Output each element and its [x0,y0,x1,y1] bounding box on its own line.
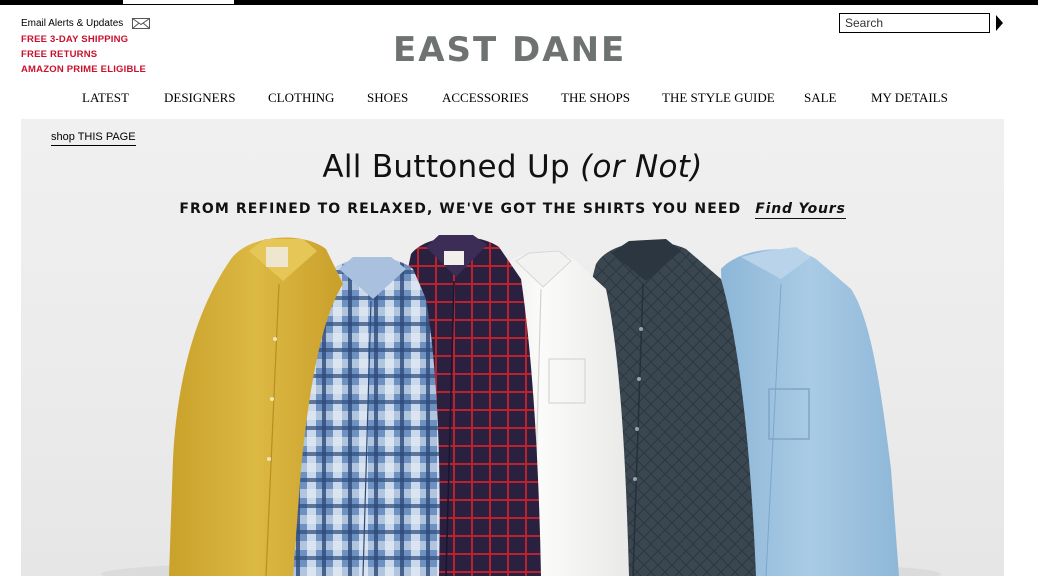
nav-item-accessories[interactable]: ACCESSORIES [442,90,529,106]
find-yours-link[interactable]: Find Yours [755,201,846,219]
hero-title-italic: (or Not) [580,149,703,185]
nav-item-shoes[interactable]: SHOES [367,90,408,106]
utility-links: Email Alerts & Updates FREE 3-DAY SHIPPI… [21,16,201,77]
search-box [839,13,1004,33]
hero-subtitle: FROM REFINED TO RELAXED, WE'VE GOT THE S… [21,201,1004,219]
hero-banner[interactable]: shop THIS PAGE All Buttoned Up (or Not) … [21,119,1004,576]
email-alerts-label[interactable]: Email Alerts & Updates [21,18,123,29]
promo-free-returns[interactable]: FREE RETURNS [21,47,201,62]
search-submit-arrow-icon[interactable] [996,15,1003,31]
promo-free-shipping[interactable]: FREE 3-DAY SHIPPING [21,32,201,47]
nav-item-sale[interactable]: SALE [804,90,837,106]
top-border-tab [123,0,234,4]
shirts-image[interactable] [21,229,1004,576]
nav-item-the-style-guide[interactable]: THE STYLE GUIDE [662,90,775,106]
promo-list: FREE 3-DAY SHIPPING FREE RETURNS AMAZON … [21,32,201,77]
nav-item-the-shops[interactable]: THE SHOPS [561,90,630,106]
nav-item-latest[interactable]: LATEST [82,90,129,106]
main-nav: LATEST DESIGNERS CLOTHING SHOES ACCESSOR… [0,90,1038,110]
nav-item-designers[interactable]: DESIGNERS [164,90,236,106]
promo-prime-eligible[interactable]: AMAZON PRIME ELIGIBLE [21,62,201,77]
hero-title: All Buttoned Up (or Not) [21,149,1004,185]
shop-this-page-link[interactable]: shop THIS PAGE [51,131,136,146]
hero-title-main: All Buttoned Up [322,149,570,185]
email-alerts-link[interactable]: Email Alerts & Updates [21,16,201,30]
search-input[interactable] [839,13,990,33]
nav-item-clothing[interactable]: CLOTHING [268,90,334,106]
nav-item-my-details[interactable]: MY DETAILS [871,90,948,106]
site-logo[interactable]: EAST DANE [393,30,626,70]
envelope-icon[interactable] [132,17,151,29]
hero-subtitle-text: FROM REFINED TO RELAXED, WE'VE GOT THE S… [179,201,742,217]
